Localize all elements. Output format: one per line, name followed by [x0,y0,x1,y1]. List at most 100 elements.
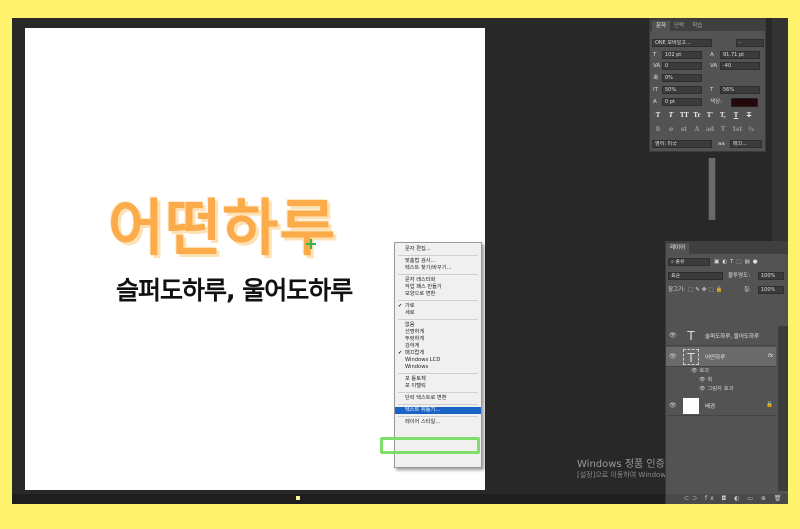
menu-item[interactable]: 텍스트 뒤틀기... [395,407,481,414]
document-workspace: 어떤하루 슬퍼도하루, 울어도하루 [12,18,665,504]
effect-stroke[interactable]: 👁 획 [699,376,712,385]
kerning-icon: VA [653,63,661,69]
language-select[interactable]: 영어: 미국 [652,140,712,148]
effect-drop-shadow[interactable]: 👁 그림자 효과 [699,385,733,394]
text-layer-icon: T [683,349,699,365]
tracking-field[interactable]: -40 [720,62,760,70]
horizontal-scale-icon: T [710,87,714,93]
font-size-field[interactable]: 102 pt [662,51,702,59]
layer-filter-label: 종류 [675,259,685,265]
vertical-scale-icon: IT [653,87,658,93]
background-thumbnail [683,398,699,414]
menu-item[interactable]: 뚜렷하게 [395,336,481,343]
opacity-field[interactable]: 100% [758,272,784,280]
faux-bold-button[interactable]: T [654,112,662,120]
layers-panel: 레이어 ⌕ 종류 ▣◐T⬚▤● 표준 불투명도: 100% 잠그기: ⬚✎✥⬚🔒… [665,241,788,504]
tab-paragraph[interactable]: 단락 [670,21,688,31]
faux-italic-button[interactable]: T [667,112,675,120]
panel-scrollbar[interactable] [708,158,716,220]
lock-label: 잠그기: [668,287,686,293]
blend-mode-select[interactable]: 표준 [668,272,723,280]
menu-item[interactable]: 포 이탤릭 [395,383,481,390]
menu-item[interactable]: 강하게 [395,343,481,350]
windows-activation-title: Windows 정품 인증 [577,459,665,470]
layer-row[interactable]: 👁 배경 🔒 [666,396,776,416]
layer-name: 슬퍼도하루, 울어도하루 [705,334,760,340]
kerning-field[interactable]: 0 [662,62,702,70]
fx-badge[interactable]: fx [768,353,773,359]
color-label: 색상: [710,99,722,105]
discretionary-ligature-button[interactable]: st [680,126,688,134]
text-layer-icon: T [687,329,695,343]
menu-item[interactable]: 문자 래스터화 [395,277,481,284]
menu-separator [398,300,478,301]
stylistic-alternates-button[interactable]: ad [706,126,714,134]
photoshop-window: 어떤하루 슬퍼도하루, 울어도하루 문자 편집... 맞춤법 검사... 텍스트 찾… [12,18,788,504]
menu-item[interactable]: 문자 편집... [395,246,481,253]
menu-item[interactable]: 가로 [395,303,481,310]
underline-button[interactable]: T [732,112,740,120]
horizontal-scale-field[interactable]: 56% [720,86,760,94]
antialias-select[interactable]: 매끄... [730,140,762,148]
ordinals-button[interactable]: 1st [732,126,742,134]
fractions-button[interactable]: ½ [747,126,755,134]
menu-separator [398,373,478,374]
layer-filter-icons[interactable]: ▣◐T⬚▤● [714,258,761,266]
visibility-eye-icon[interactable]: 👁 [669,402,677,409]
menu-separator [398,416,478,417]
superscript-button[interactable]: T' [706,112,714,120]
text-color-swatch[interactable] [731,98,758,107]
menu-item[interactable]: 세로 [395,310,481,317]
layers-tab-bar: 레이어 [666,241,788,254]
canvas-title-text[interactable]: 어떤하루 [108,178,336,267]
layer-row-selected[interactable]: 👁 T 어떤하루 fx [666,347,776,367]
swash-button[interactable]: A [693,126,701,134]
subscript-button[interactable]: T, [719,112,727,120]
small-caps-button[interactable]: Tr [693,112,701,120]
font-style-select[interactable]: - [736,39,764,47]
titling-alternates-button[interactable]: T [719,126,727,134]
ligature-button[interactable]: fi [654,126,662,134]
layers-footer-toolbar[interactable]: ⊂⊃ fx ◘ ◐ ▭ ⊕ 🗑 [666,494,788,504]
tsume-field[interactable]: 0% [662,74,702,82]
visibility-eye-icon[interactable]: 👁 [669,332,677,339]
leading-field[interactable]: 91.71 pt [720,51,760,59]
menu-item[interactable]: 없음 [395,322,481,329]
vertical-scale-field[interactable]: 50% [662,86,702,94]
menu-separator [398,404,478,405]
all-caps-button[interactable]: TT [680,112,689,120]
menu-item[interactable]: 모양으로 변환 [395,291,481,298]
menu-item[interactable]: Windows [395,364,481,371]
menu-item[interactable]: 단락 텍스트로 변환 [395,395,481,402]
tab-layers[interactable]: 레이어 [666,243,690,254]
horizontal-scrollbar[interactable] [12,494,665,504]
menu-separator [398,274,478,275]
canvas-subtitle-text[interactable]: 슬퍼도하루, 울어도하루 [116,271,353,307]
lock-icons[interactable]: ⬚✎✥⬚🔒 [688,286,724,294]
layer-row[interactable]: 👁 T 슬퍼도하루, 울어도하루 [666,326,776,346]
tab-character[interactable]: 문자 [652,21,671,31]
fill-field[interactable]: 100% [758,286,784,294]
opacity-label: 불투명도: [728,273,751,279]
menu-item[interactable]: 맞춤법 검사... [395,258,481,265]
effects-label: 👁 효과 [691,368,710,374]
layer-name: 어떤하루 [705,355,726,361]
menu-item[interactable]: 레이어 스타일... [395,419,481,426]
menu-item[interactable]: 텍스트 찾기/바꾸기... [395,265,481,272]
character-panel: 문자 단락 학습 ONE 모바일고... - T 102 pt A 91.71 … [649,18,766,152]
menu-item[interactable]: 선명하게 [395,329,481,336]
strikethrough-button[interactable]: T [745,112,753,120]
layers-scrollbar[interactable] [778,326,788,491]
highlight-annotation [380,437,480,454]
menu-item[interactable]: Windows LCD [395,357,481,364]
visibility-eye-icon[interactable]: 👁 [669,353,677,360]
menu-item[interactable]: 작업 패스 만들기 [395,284,481,291]
font-family-select[interactable]: ONE 모바일고... [652,39,712,47]
tab-learn[interactable]: 학습 [688,21,706,31]
layer-filter-select[interactable]: ⌕ 종류 [668,258,710,266]
tracking-icon: VA [710,63,718,69]
menu-item[interactable]: 포 톨토체 [395,376,481,383]
contextual-alternates-button[interactable]: ơ [667,126,675,134]
baseline-shift-field[interactable]: 0 pt [662,98,702,106]
menu-item[interactable]: 매끄럽게 [395,350,481,357]
